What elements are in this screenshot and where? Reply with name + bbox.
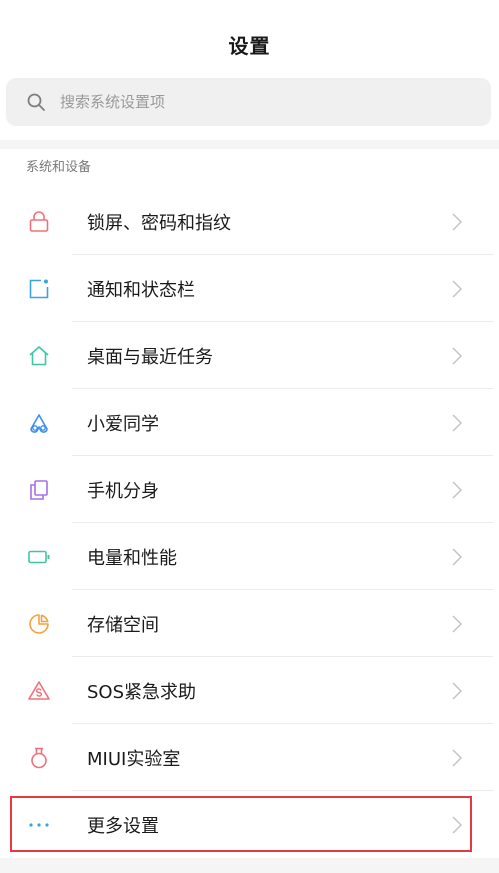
settings-item-desktop[interactable]: 桌面与最近任务	[0, 322, 499, 389]
search-bar[interactable]	[6, 78, 491, 126]
settings-item-label: SOS紧急求助	[87, 681, 197, 703]
sos-icon	[28, 680, 50, 700]
chevron-right-icon	[452, 681, 463, 700]
storage-icon	[29, 613, 49, 634]
settings-item-label: 存储空间	[87, 614, 159, 636]
settings-item-label: 通知和状态栏	[87, 279, 195, 301]
xiaoai-icon	[30, 413, 48, 433]
chevron-right-icon	[452, 815, 463, 834]
settings-item-label: 锁屏、密码和指纹	[87, 212, 231, 234]
lock-icon	[29, 210, 49, 232]
settings-item-label: 小爱同学	[87, 413, 159, 435]
battery-icon	[28, 550, 50, 563]
settings-item-lockscreen[interactable]: 锁屏、密码和指纹	[0, 188, 499, 255]
section-gap	[0, 140, 499, 149]
settings-item-second-space[interactable]: 手机分身	[0, 456, 499, 523]
chevron-right-icon	[452, 480, 463, 499]
chevron-right-icon	[452, 212, 463, 231]
settings-item-battery[interactable]: 电量和性能	[0, 523, 499, 590]
settings-item-more[interactable]: 更多设置	[0, 791, 499, 858]
settings-item-storage[interactable]: 存储空间	[0, 590, 499, 657]
section-header: 系统和设备	[26, 160, 92, 175]
chevron-right-icon	[452, 413, 463, 432]
notification-icon	[29, 279, 49, 298]
settings-item-sos[interactable]: SOS紧急求助	[0, 657, 499, 724]
settings-item-label: 电量和性能	[87, 547, 177, 569]
more-icon	[29, 822, 49, 827]
home-icon	[29, 345, 49, 365]
bottom-band	[0, 858, 499, 873]
settings-item-notifications[interactable]: 通知和状态栏	[0, 255, 499, 322]
chevron-right-icon	[452, 614, 463, 633]
settings-item-label: 桌面与最近任务	[87, 346, 213, 368]
second-space-icon	[30, 479, 48, 500]
lab-icon	[31, 747, 47, 768]
header-bar: 设置	[0, 0, 499, 86]
settings-item-label: 手机分身	[87, 480, 159, 502]
settings-item-miui-lab[interactable]: MIUI实验室	[0, 724, 499, 791]
search-icon	[27, 93, 45, 111]
chevron-right-icon	[452, 748, 463, 767]
search-input[interactable]	[60, 93, 440, 111]
chevron-right-icon	[452, 346, 463, 365]
settings-list: 锁屏、密码和指纹 通知和状态栏 桌面与最近任务 小爱同学 手机分身 电量和性能 …	[0, 188, 499, 858]
settings-item-xiaoai[interactable]: 小爱同学	[0, 389, 499, 456]
settings-item-label: MIUI实验室	[87, 748, 181, 770]
chevron-right-icon	[452, 547, 463, 566]
page-title: 设置	[228, 33, 271, 58]
chevron-right-icon	[452, 279, 463, 298]
settings-item-label: 更多设置	[87, 815, 159, 837]
